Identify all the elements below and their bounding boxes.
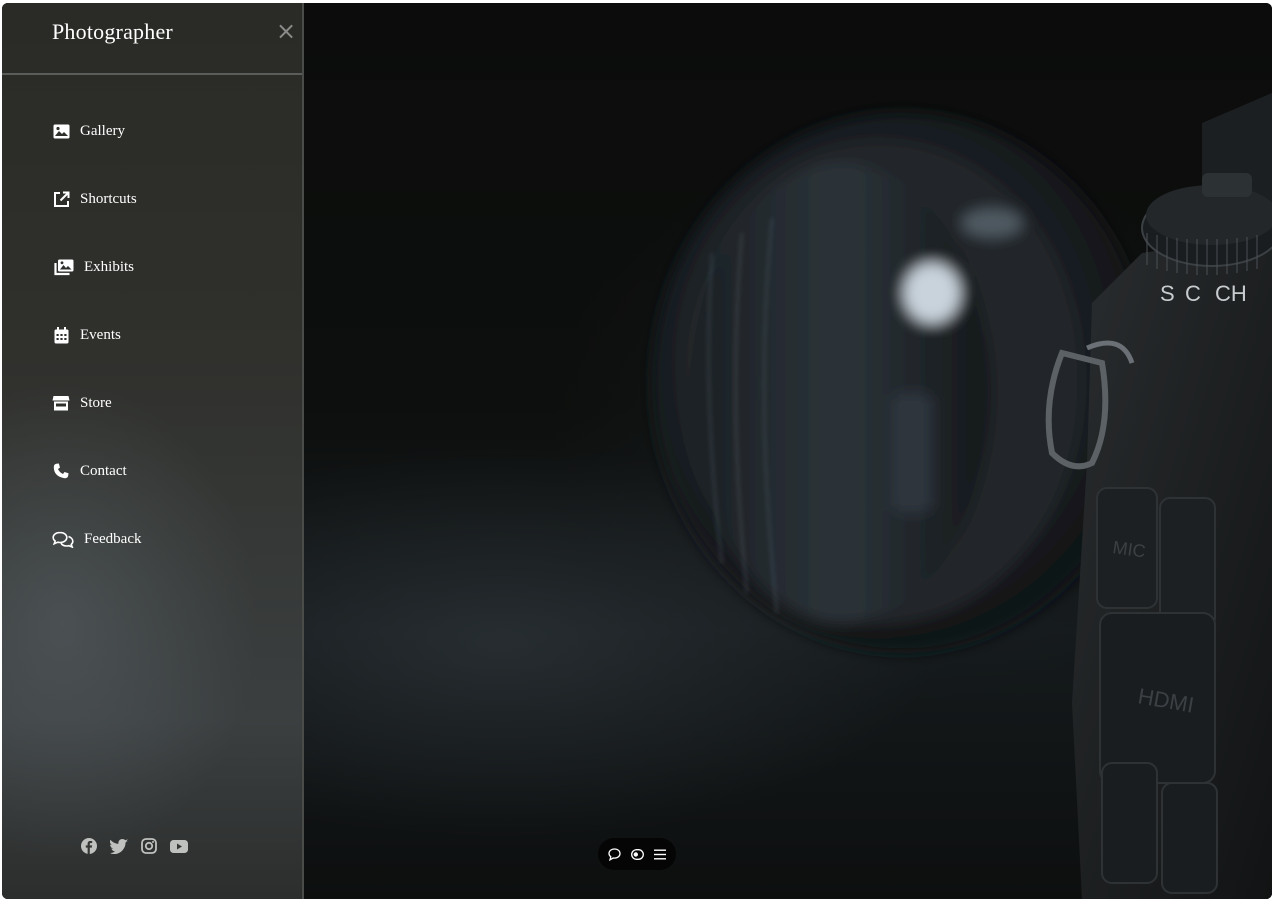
sidebar-item-label: Events	[80, 326, 121, 343]
sidebar-item-label: Feedback	[84, 530, 142, 547]
calendar-icon	[52, 326, 70, 344]
floating-controls	[598, 838, 676, 870]
phone-icon	[52, 462, 70, 480]
store-icon	[52, 394, 70, 412]
sidebar-item-contact[interactable]: Contact	[52, 459, 141, 483]
youtube-icon[interactable]	[170, 837, 188, 855]
images-stack-icon	[52, 258, 74, 276]
mode-dial-ch: CH	[1215, 281, 1247, 306]
social-links	[80, 837, 188, 855]
close-sidebar-button[interactable]: ×	[274, 19, 298, 43]
sidebar-item-events[interactable]: Events	[52, 323, 141, 347]
mode-dial-cl: C	[1185, 281, 1201, 306]
toggle-icon[interactable]	[630, 847, 644, 861]
sidebar-item-label: Store	[80, 394, 112, 411]
close-icon: ×	[275, 17, 297, 45]
sidebar-item-label: Contact	[80, 462, 127, 479]
sidebar-header: Photographer ×	[2, 3, 302, 75]
menu-icon[interactable]	[653, 847, 667, 861]
sidebar-item-label: Gallery	[80, 122, 125, 139]
sidebar-item-label: Shortcuts	[80, 190, 137, 207]
external-link-icon	[52, 190, 70, 208]
chat-icon[interactable]	[607, 847, 621, 861]
comments-icon	[52, 530, 74, 548]
sidebar-item-label: Exhibits	[84, 258, 135, 275]
sidebar-item-feedback[interactable]: Feedback	[52, 527, 141, 551]
site-title[interactable]: Photographer	[52, 19, 173, 45]
sidebar: Photographer × Gallery Shortcuts Exhibit…	[2, 3, 304, 899]
sidebar-item-exhibits[interactable]: Exhibits	[52, 255, 141, 279]
facebook-icon[interactable]	[80, 837, 98, 855]
twitter-icon[interactable]	[110, 837, 128, 855]
sidebar-item-gallery[interactable]: Gallery	[52, 119, 141, 143]
app-frame: S C CH MIC HDMI Photographer × Gallery S…	[2, 3, 1272, 899]
sidebar-nav: Gallery Shortcuts Exhibits Events Store …	[52, 119, 141, 595]
instagram-icon[interactable]	[140, 837, 158, 855]
mode-dial-s: S	[1160, 281, 1175, 306]
image-icon	[52, 122, 70, 140]
sidebar-item-store[interactable]: Store	[52, 391, 141, 415]
sidebar-item-shortcuts[interactable]: Shortcuts	[52, 187, 141, 211]
